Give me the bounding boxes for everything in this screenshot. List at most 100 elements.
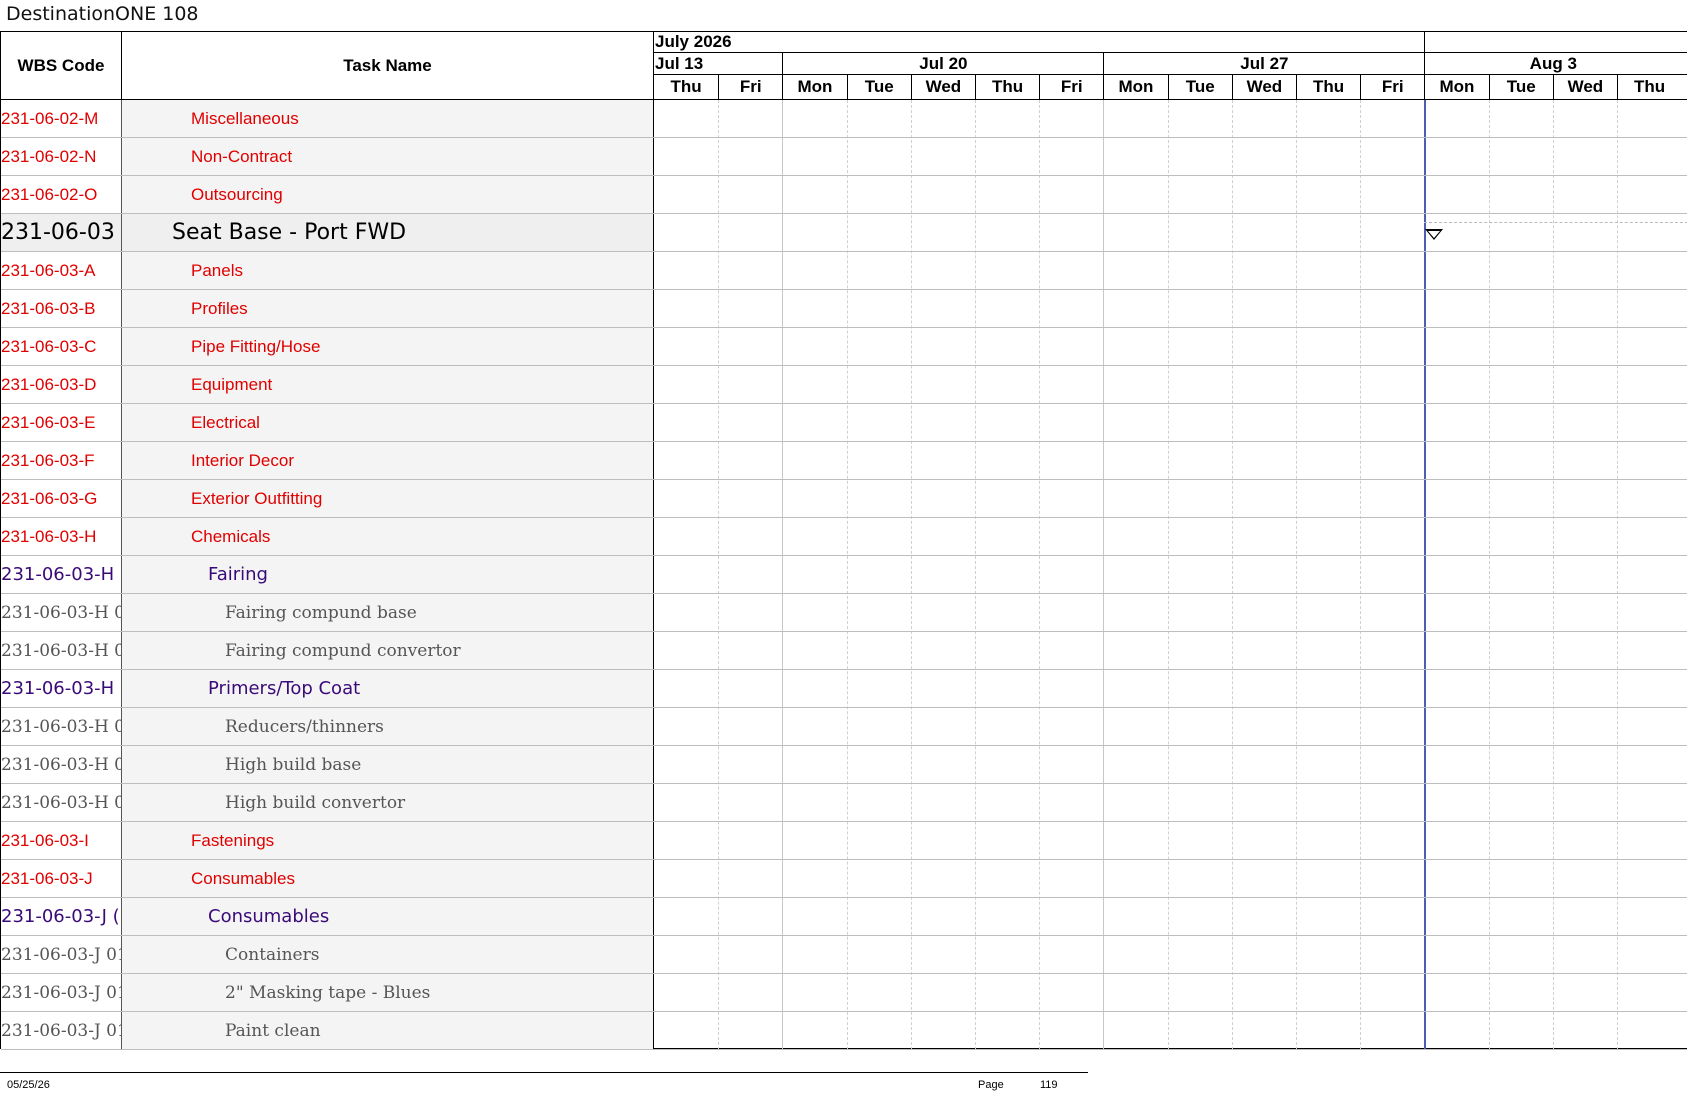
task-name-cell[interactable]: Interior Decor <box>122 442 654 479</box>
wbs-code-cell[interactable]: 231-06-03-J <box>1 860 122 897</box>
gantt-cell[interactable] <box>654 594 1687 631</box>
task-name-cell[interactable]: Panels <box>122 252 654 289</box>
task-name-cell[interactable]: Pipe Fitting/Hose <box>122 328 654 365</box>
wbs-code-cell[interactable]: 231-06-03-H 02 <box>1 746 122 783</box>
wbs-code-cell[interactable]: 231-06-03-J 01 <box>1 974 122 1011</box>
gantt-cell[interactable] <box>654 518 1687 555</box>
wbs-code-cell[interactable]: 231-06-02-O <box>1 176 122 213</box>
task-row[interactable]: 231-06-03-H 01 Fairing compund convertor <box>1 632 1687 670</box>
wbs-code-cell[interactable]: 231-06-03-B <box>1 290 122 327</box>
task-name-cell[interactable]: Consumables <box>122 860 654 897</box>
task-name-cell[interactable]: Consumables <box>122 898 654 935</box>
wbs-code-cell[interactable]: 231-06-03-A <box>1 252 122 289</box>
column-header-wbs[interactable]: WBS Code <box>1 32 122 100</box>
task-row[interactable]: 231-06-03-J (Consumables <box>1 898 1687 936</box>
gantt-cell[interactable] <box>654 328 1687 365</box>
task-row[interactable]: 231-06-03-E Electrical <box>1 404 1687 442</box>
task-name-cell[interactable]: Fairing compund base <box>122 594 654 631</box>
gantt-cell[interactable] <box>654 556 1687 593</box>
task-row[interactable]: 231-06-03-H 01 Fairing compund base <box>1 594 1687 632</box>
gantt-cell[interactable] <box>654 252 1687 289</box>
task-name-cell[interactable]: Fastenings <box>122 822 654 859</box>
task-name-cell[interactable]: Equipment <box>122 366 654 403</box>
task-row[interactable]: 231-06-02-M Miscellaneous <box>1 100 1687 138</box>
task-row[interactable]: 231-06-03-H Chemicals <box>1 518 1687 556</box>
wbs-code-cell[interactable]: 231-06-03-J 01 <box>1 936 122 973</box>
task-row[interactable]: 231-06-03 Seat Base - Port FWD <box>1 214 1687 252</box>
task-name-cell[interactable]: Outsourcing <box>122 176 654 213</box>
wbs-code-cell[interactable]: 231-06-03-J 01 <box>1 1012 122 1049</box>
gantt-cell[interactable] <box>654 1012 1687 1049</box>
gantt-cell[interactable] <box>654 100 1687 137</box>
gantt-cell[interactable] <box>654 632 1687 669</box>
wbs-code-cell[interactable]: 231-06-03-C <box>1 328 122 365</box>
wbs-code-cell[interactable]: 231-06-02-N <box>1 138 122 175</box>
task-row[interactable]: 231-06-03-H (Fairing <box>1 556 1687 594</box>
task-row[interactable]: 231-06-03-J 01 Paint clean <box>1 1012 1687 1050</box>
gantt-cell[interactable] <box>654 936 1687 973</box>
gantt-cell[interactable] <box>654 480 1687 517</box>
task-name-cell[interactable]: Miscellaneous <box>122 100 654 137</box>
gantt-cell[interactable] <box>654 176 1687 213</box>
task-name-cell[interactable]: Non-Contract <box>122 138 654 175</box>
column-header-task-name[interactable]: Task Name <box>122 32 654 100</box>
task-name-cell[interactable]: 2" Masking tape - Blues <box>122 974 654 1011</box>
task-name-cell[interactable]: Reducers/thinners <box>122 708 654 745</box>
gantt-cell[interactable] <box>654 290 1687 327</box>
task-name-cell[interactable]: Fairing compund convertor <box>122 632 654 669</box>
wbs-code-cell[interactable]: 231-06-03-H 02 <box>1 708 122 745</box>
task-row[interactable]: 231-06-03-J 01 2" Masking tape - Blues <box>1 974 1687 1012</box>
wbs-code-cell[interactable]: 231-06-03-J ( <box>1 898 122 935</box>
task-name-cell[interactable]: High build convertor <box>122 784 654 821</box>
gantt-cell[interactable] <box>654 822 1687 859</box>
gantt-cell[interactable] <box>654 746 1687 783</box>
gantt-cell[interactable] <box>654 670 1687 707</box>
task-row[interactable]: 231-06-03-H 02 High build convertor <box>1 784 1687 822</box>
task-row[interactable]: 231-06-03-D Equipment <box>1 366 1687 404</box>
task-name-cell[interactable]: Containers <box>122 936 654 973</box>
task-name-cell[interactable]: Chemicals <box>122 518 654 555</box>
gantt-cell[interactable] <box>654 138 1687 175</box>
wbs-code-cell[interactable]: 231-06-03-D <box>1 366 122 403</box>
gantt-cell[interactable] <box>654 974 1687 1011</box>
gantt-cell[interactable] <box>654 366 1687 403</box>
wbs-code-cell[interactable]: 231-06-02-M <box>1 100 122 137</box>
task-row[interactable]: 231-06-02-N Non-Contract <box>1 138 1687 176</box>
task-row[interactable]: 231-06-03-I Fastenings <box>1 822 1687 860</box>
wbs-code-cell[interactable]: 231-06-03-H ( <box>1 556 122 593</box>
task-row[interactable]: 231-06-03-B Profiles <box>1 290 1687 328</box>
task-row[interactable]: 231-06-03-H (Primers/Top Coat <box>1 670 1687 708</box>
task-row[interactable]: 231-06-03-J 01 Containers <box>1 936 1687 974</box>
task-row[interactable]: 231-06-03-J Consumables <box>1 860 1687 898</box>
gantt-cell[interactable] <box>654 404 1687 441</box>
wbs-code-cell[interactable]: 231-06-03-H 01 <box>1 632 122 669</box>
wbs-code-cell[interactable]: 231-06-03-E <box>1 404 122 441</box>
task-name-cell[interactable]: Profiles <box>122 290 654 327</box>
wbs-code-cell[interactable]: 231-06-03-F <box>1 442 122 479</box>
task-row[interactable]: 231-06-03-H 02 High build base <box>1 746 1687 784</box>
gantt-cell[interactable] <box>654 708 1687 745</box>
gantt-cell[interactable] <box>654 214 1687 251</box>
task-row[interactable]: 231-06-03-H 02 Reducers/thinners <box>1 708 1687 746</box>
task-row[interactable]: 231-06-03-C Pipe Fitting/Hose <box>1 328 1687 366</box>
task-name-cell[interactable]: Electrical <box>122 404 654 441</box>
wbs-code-cell[interactable]: 231-06-03-H 01 <box>1 594 122 631</box>
task-name-cell[interactable]: High build base <box>122 746 654 783</box>
wbs-code-cell[interactable]: 231-06-03-H 02 <box>1 784 122 821</box>
task-row[interactable]: 231-06-03-G Exterior Outfitting <box>1 480 1687 518</box>
wbs-code-cell[interactable]: 231-06-03-H <box>1 518 122 555</box>
wbs-code-cell[interactable]: 231-06-03-G <box>1 480 122 517</box>
summary-start-marker-icon[interactable] <box>1425 229 1444 240</box>
task-name-cell[interactable]: Paint clean <box>122 1012 654 1049</box>
gantt-cell[interactable] <box>654 784 1687 821</box>
task-row[interactable]: 231-06-03-A Panels <box>1 252 1687 290</box>
task-name-cell[interactable]: Seat Base - Port FWD <box>122 214 654 251</box>
task-name-cell[interactable]: Fairing <box>122 556 654 593</box>
task-row[interactable]: 231-06-03-F Interior Decor <box>1 442 1687 480</box>
task-name-cell[interactable]: Primers/Top Coat <box>122 670 654 707</box>
wbs-code-cell[interactable]: 231-06-03-I <box>1 822 122 859</box>
task-row[interactable]: 231-06-02-O Outsourcing <box>1 176 1687 214</box>
gantt-cell[interactable] <box>654 898 1687 935</box>
gantt-cell[interactable] <box>654 442 1687 479</box>
wbs-code-cell[interactable]: 231-06-03-H ( <box>1 670 122 707</box>
